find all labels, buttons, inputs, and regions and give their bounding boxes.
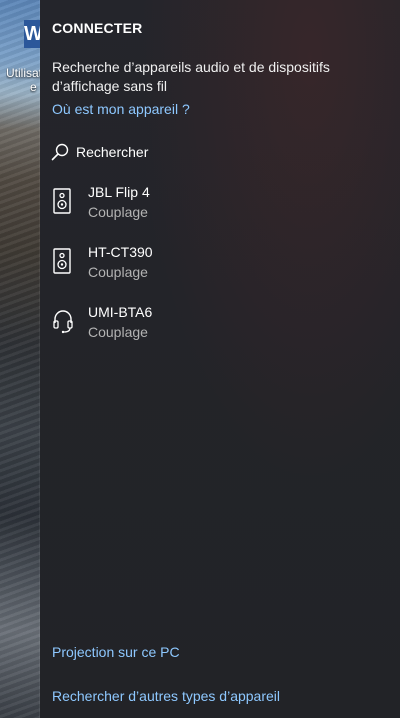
panel-title: CONNECTER (52, 20, 143, 36)
speaker-icon (53, 188, 71, 214)
device-status: Couplage (88, 264, 148, 280)
device-name: JBL Flip 4 (88, 184, 150, 200)
desktop-icon-label: Utilisat (6, 66, 40, 80)
device-status: Couplage (88, 204, 148, 220)
device-item-ht-ct390[interactable]: HT-CT390 Couplage (50, 244, 380, 288)
desktop-wallpaper: W Utilisat e (0, 0, 40, 718)
device-status: Couplage (88, 324, 148, 340)
device-name: UMI-BTA6 (88, 304, 153, 320)
device-item-jbl-flip-4[interactable]: JBL Flip 4 Couplage (50, 184, 380, 228)
panel-description: Recherche d’appareils audio et de dispos… (52, 59, 330, 94)
word-document-icon[interactable]: W (24, 20, 40, 48)
projection-to-this-pc-link[interactable]: Projection sur ce PC (52, 644, 180, 660)
desktop-icon-label-line2: e (30, 80, 37, 94)
device-item-umi-bta6[interactable]: UMI-BTA6 Couplage (50, 304, 380, 348)
find-other-devices-link[interactable]: Rechercher d’autres types d’appareil (52, 688, 280, 704)
connect-panel: CONNECTER Recherche d’appareils audio et… (40, 0, 400, 718)
search-button[interactable]: Rechercher (50, 140, 148, 164)
speaker-icon (53, 248, 71, 274)
search-label: Rechercher (76, 144, 149, 160)
search-icon (51, 143, 69, 161)
word-icon-letter: W (24, 23, 40, 45)
headset-icon (53, 310, 73, 334)
device-name: HT-CT390 (88, 244, 153, 260)
screen: W Utilisat e CONNECTER Recherche d’appar… (0, 0, 400, 718)
where-is-my-device-link[interactable]: Où est mon appareil ? (52, 101, 190, 117)
